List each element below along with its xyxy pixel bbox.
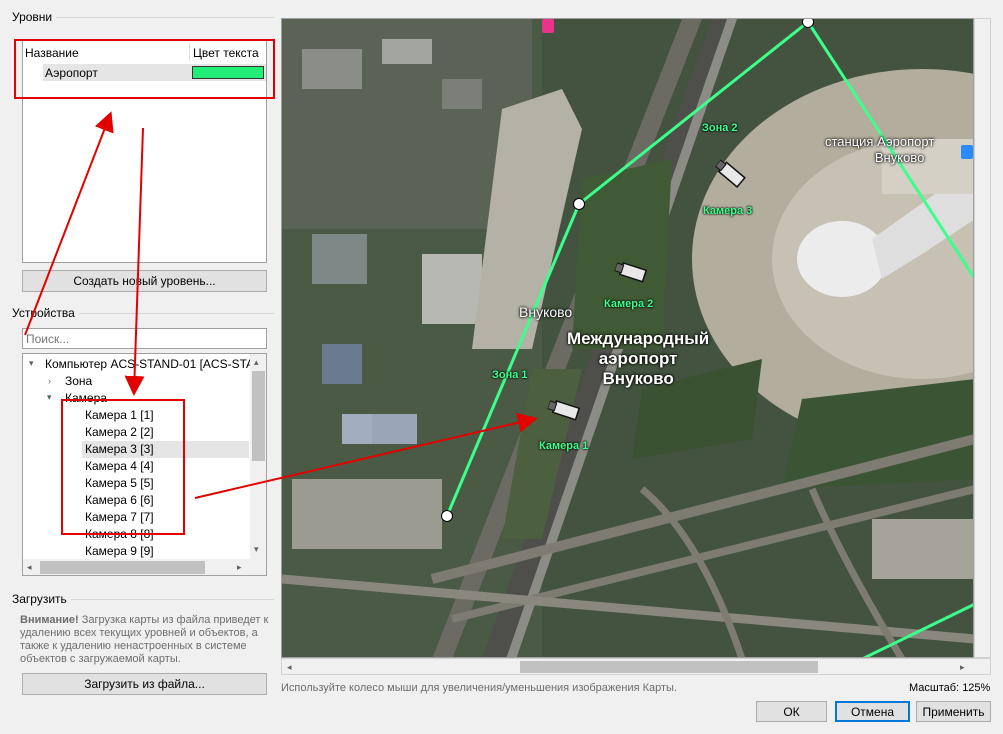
map-place-title-line: Внуково (602, 369, 674, 388)
map-station-label: станция Аэропорт Внуково (825, 134, 934, 166)
map-horizontal-scrollbar[interactable]: ◂ ▸ (281, 658, 991, 675)
load-warning-bold: Внимание! (20, 614, 79, 626)
camera-label[interactable]: Камера 2 (604, 298, 653, 310)
create-level-button[interactable]: Создать новый уровень... (22, 270, 267, 292)
scroll-down-icon[interactable]: ▾ (254, 545, 259, 554)
load-group-title: Загрузить (12, 592, 71, 606)
level-color-swatch[interactable] (192, 66, 264, 79)
devices-group-title: Устройства (12, 306, 79, 320)
tree-item-camera-group[interactable]: Камера (65, 390, 107, 407)
expanded-arrow-icon[interactable]: ▾ (47, 393, 52, 402)
tree-item-zone[interactable]: Зона (65, 373, 92, 390)
scroll-thumb[interactable] (252, 371, 265, 461)
map-place-title-line: аэропорт (598, 349, 678, 368)
levels-header-divider (189, 43, 190, 61)
camera-label[interactable]: Камера 3 (703, 205, 752, 217)
tree-item-camera[interactable]: Камера 5 [5] (85, 475, 154, 492)
map-scroll-thumb[interactable] (520, 661, 818, 673)
tree-vertical-scrollbar[interactable]: ▴ ▾ (250, 354, 266, 559)
tree-item-camera[interactable]: Камера 7 [7] (85, 509, 154, 526)
expanded-arrow-icon[interactable]: ▾ (29, 359, 34, 368)
scroll-left-icon[interactable]: ◂ (27, 563, 32, 572)
load-warning: Внимание! Загрузка карты из файла привед… (20, 614, 270, 666)
levels-header-name[interactable]: Название (25, 46, 79, 60)
tree-item-camera[interactable]: Камера 4 [4] (85, 458, 154, 475)
map-scale: Масштаб: 125% (909, 682, 990, 694)
tree-item-camera-selected[interactable]: Камера 3 [3] (82, 441, 249, 458)
scroll-corner (250, 559, 266, 575)
scroll-right-icon[interactable]: ▸ (960, 663, 965, 672)
map-place-small: Внуково (519, 304, 573, 320)
tree-item-camera[interactable]: Камера 2 [2] (85, 424, 154, 441)
load-from-file-button[interactable]: Загрузить из файла... (22, 673, 267, 695)
levels-table: Название Цвет текста Аэропорт (22, 40, 267, 263)
scroll-right-icon[interactable]: ▸ (237, 563, 242, 572)
map-scale-label: Масштаб: (909, 682, 960, 694)
map-vertical-scrollbar[interactable] (974, 18, 991, 658)
tree-item-camera[interactable]: Камера 9 [9] (85, 543, 154, 560)
map-place-title-line: Международный (567, 329, 710, 348)
tree-item-camera[interactable]: Камера 1 [1] (85, 407, 154, 424)
map-scale-value: 125% (962, 682, 991, 694)
scroll-up-icon[interactable]: ▴ (254, 358, 259, 367)
levels-group-title: Уровни (12, 10, 57, 24)
tree-item-computer[interactable]: Компьютер ACS-STAND-01 [ACS-STAND (45, 356, 266, 373)
device-tree[interactable]: ▾ Компьютер ACS-STAND-01 [ACS-STAND › Зо… (22, 353, 267, 576)
map-view[interactable]: Международный аэропорт Внуково Внуково с… (281, 18, 974, 658)
map-place-title: Международный аэропорт Внуково (567, 329, 709, 389)
train-station-icon (961, 145, 973, 159)
zone-label[interactable]: Зона 1 (492, 369, 528, 381)
levels-row[interactable]: Аэропорт (43, 64, 266, 81)
map-station-line: станция Аэропорт (825, 134, 935, 149)
tree-item-camera-label: Камера 3 [3] (85, 442, 154, 456)
tree-horizontal-scrollbar[interactable]: ◂ ▸ (23, 559, 250, 575)
pin-icon (542, 19, 554, 33)
scroll-left-icon[interactable]: ◂ (287, 663, 292, 672)
scroll-thumb[interactable] (40, 561, 205, 574)
tree-item-camera[interactable]: Камера 8 [8] (85, 526, 154, 543)
level-name: Аэропорт (45, 66, 98, 80)
camera-label[interactable]: Камера 1 (539, 440, 588, 452)
tree-item-camera[interactable]: Камера 6 [6] (85, 492, 154, 509)
map-hint-text: Используйте колесо мыши для увеличения/у… (281, 682, 678, 694)
levels-header-text-color[interactable]: Цвет текста (193, 46, 259, 60)
map-station-line: Внуково (874, 150, 925, 165)
ok-button[interactable]: ОК (756, 701, 827, 722)
zone-label[interactable]: Зона 2 (702, 122, 738, 134)
apply-button[interactable]: Применить (916, 701, 991, 722)
collapsed-arrow-icon[interactable]: › (48, 377, 51, 386)
cancel-button[interactable]: Отмена (835, 701, 910, 722)
device-search-input[interactable] (22, 328, 267, 349)
